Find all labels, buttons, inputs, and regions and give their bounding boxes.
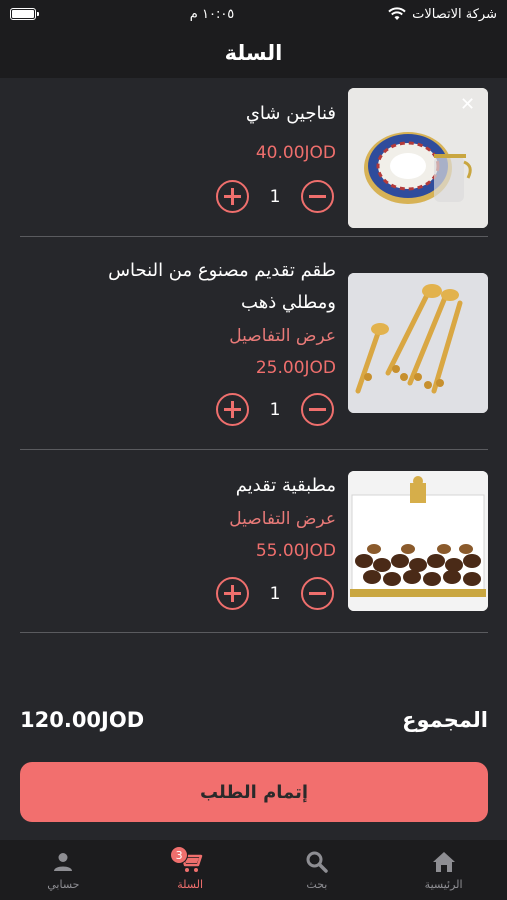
serving-tray-image (348, 471, 488, 611)
item-info: طقم تقديم مصنوع من النحاس ومطلي ذهب عرض … (16, 237, 336, 383)
decrease-quantity-button[interactable] (301, 180, 334, 213)
quantity-value: 1 (269, 186, 281, 207)
item-price: 40.00JOD (255, 143, 336, 163)
quantity-value: 1 (269, 399, 281, 420)
total-row: 120.00JOD المجموع (20, 700, 488, 740)
tea-cups-image: ✕ (348, 88, 488, 228)
tab-label: الرئيسية (424, 877, 463, 891)
cart-item: طقم تقديم مصنوع من النحاس ومطلي ذهب عرض … (20, 237, 488, 450)
tab-label: حسابي (47, 877, 80, 891)
view-details-link[interactable]: عرض التفاصيل (16, 321, 336, 351)
item-name: مطبقية تقديم (235, 475, 336, 496)
page-title: السلة (224, 41, 283, 65)
status-carrier-group: شركة الاتصالات (388, 7, 497, 22)
increase-quantity-button[interactable] (216, 393, 249, 426)
item-price: 25.00JOD (255, 358, 336, 378)
quantity-stepper: 1 (216, 577, 334, 610)
checkout-button[interactable]: إتمام الطلب (20, 762, 488, 822)
quantity-value: 1 (269, 583, 281, 604)
increase-quantity-button[interactable] (216, 577, 249, 610)
decrease-quantity-button[interactable] (301, 393, 334, 426)
view-details-link[interactable]: عرض التفاصيل (16, 504, 336, 534)
search-icon (306, 851, 328, 873)
tab-cart[interactable]: 3 السلة (127, 840, 254, 900)
increase-quantity-button[interactable] (216, 180, 249, 213)
item-info: فناجين شاي 40.00JOD (16, 78, 336, 168)
svg-text:✕: ✕ (460, 94, 475, 115)
item-name: فناجين شاي (245, 103, 336, 124)
carrier-name: شركة الاتصالات (412, 6, 497, 22)
tab-bar: حسابي 3 السلة بحث الرئيسية (0, 840, 507, 900)
total-amount: 120.00JOD (20, 708, 145, 732)
cart-item: مطبقية تقديم عرض التفاصيل 55.00JOD 1 (20, 450, 488, 633)
battery-icon (10, 8, 39, 20)
product-image-serving-tray[interactable] (348, 471, 488, 611)
tab-account[interactable]: حسابي (0, 840, 127, 900)
item-name-line-1: طقم تقديم مصنوع من النحاس (108, 260, 336, 281)
status-time: ١٠:٠٥ م (189, 6, 235, 22)
tab-home[interactable]: الرئيسية (380, 840, 507, 900)
total-label: المجموع (402, 708, 488, 732)
header: السلة (0, 28, 507, 78)
product-image-tea-cups[interactable]: ✕ (348, 88, 488, 228)
wifi-icon (388, 7, 406, 20)
item-info: مطبقية تقديم عرض التفاصيل 55.00JOD (16, 450, 336, 566)
decrease-quantity-button[interactable] (301, 577, 334, 610)
quantity-stepper: 1 (216, 180, 334, 213)
tab-label: السلة (177, 877, 203, 891)
status-bar: ١٠:٠٥ م شركة الاتصالات (0, 0, 507, 28)
tab-search[interactable]: بحث (254, 840, 381, 900)
cart-count-badge: 3 (170, 846, 189, 864)
item-price: 55.00JOD (255, 541, 336, 561)
item-name-line-2: ومطلي ذهب (241, 292, 336, 313)
tab-label: بحث (306, 877, 328, 891)
serving-set-image (348, 273, 488, 413)
home-icon (432, 851, 455, 872)
cart-item: ✕ فناجين شاي 40.00JOD 1 (20, 78, 488, 237)
quantity-stepper: 1 (216, 393, 334, 426)
person-icon (54, 852, 73, 871)
product-image-serving-set[interactable] (348, 273, 488, 413)
